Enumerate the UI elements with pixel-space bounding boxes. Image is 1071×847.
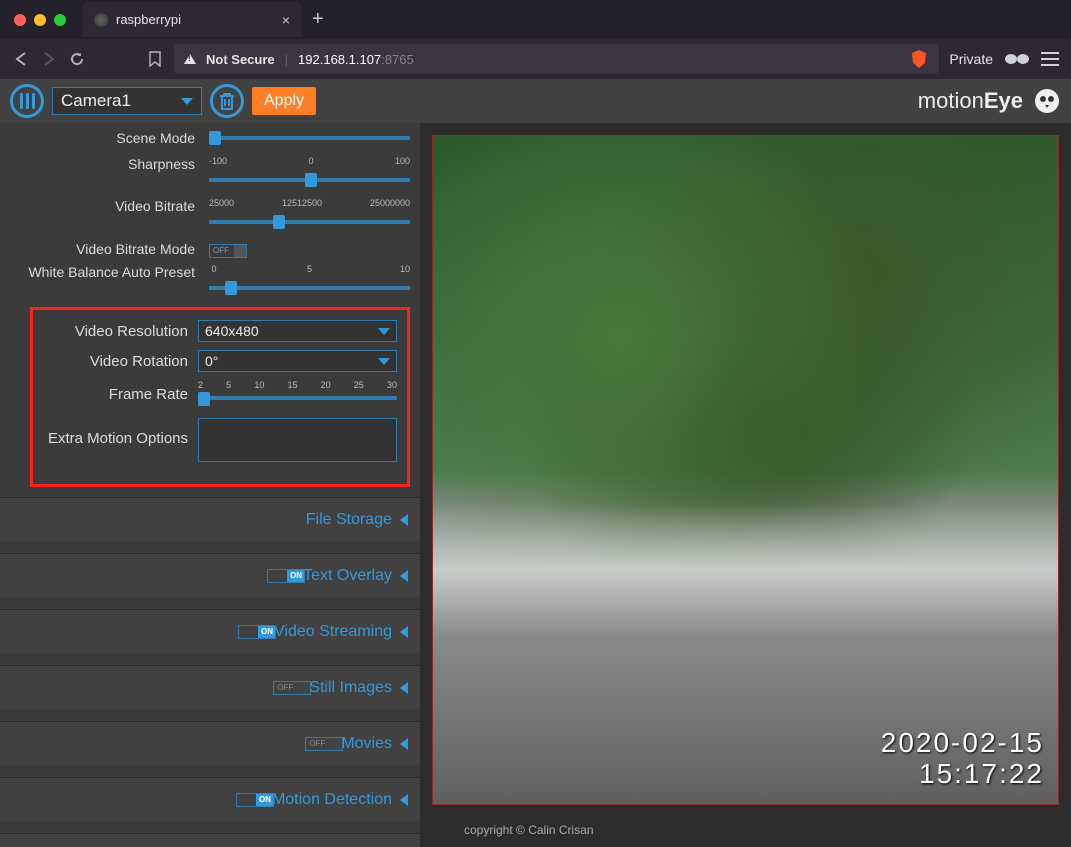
video-settings-highlight: Video Resolution 640x480 Video Rotation … <box>30 307 410 487</box>
section-still-images[interactable]: OFF Still Images <box>0 665 420 709</box>
section-movies[interactable]: OFF Movies <box>0 721 420 765</box>
settings-sidebar: Scene Mode Sharpness -1000100 Video Bitr… <box>0 123 420 847</box>
tab-bar: raspberrypi × + <box>0 0 1071 39</box>
reload-button[interactable] <box>68 50 86 68</box>
chevron-left-icon <box>400 794 408 806</box>
delete-camera-button[interactable] <box>210 84 244 118</box>
window-controls <box>14 14 66 26</box>
app-title: motionEye <box>918 88 1023 114</box>
section-file-storage[interactable]: File Storage <box>0 497 420 541</box>
section-text-overlay[interactable]: ON Text Overlay <box>0 553 420 597</box>
back-button[interactable] <box>12 50 30 68</box>
owl-logo-icon <box>1033 87 1061 115</box>
chevron-left-icon <box>400 682 408 694</box>
camera-select-value: Camera1 <box>61 91 131 111</box>
tab-title: raspberrypi <box>116 12 274 27</box>
copyright-text: copyright © Calin Crisan <box>420 817 1071 847</box>
chevron-down-icon <box>181 98 193 105</box>
video-rotation-select[interactable]: 0° <box>198 350 397 372</box>
not-secure-label: Not Secure <box>206 52 275 67</box>
wb-auto-preset-label: White Balance Auto Preset <box>0 264 205 300</box>
hamburger-icon <box>20 93 35 109</box>
private-mask-icon <box>1003 52 1031 66</box>
sharpness-slider[interactable] <box>209 168 410 192</box>
url-host: 192.168.1.107 <box>298 52 381 67</box>
frame-rate-label: Frame Rate <box>43 386 198 403</box>
main-area: Scene Mode Sharpness -1000100 Video Bitr… <box>0 123 1071 847</box>
menu-toggle-button[interactable] <box>10 84 44 118</box>
private-mode-label: Private <box>949 51 993 67</box>
video-resolution-select[interactable]: 640x480 <box>198 320 397 342</box>
new-tab-button[interactable]: + <box>312 8 324 31</box>
video-bitrate-label: Video Bitrate <box>0 198 205 234</box>
trash-icon <box>218 91 236 111</box>
chevron-left-icon <box>400 570 408 582</box>
warning-icon <box>184 54 196 64</box>
apply-button[interactable]: Apply <box>252 87 316 115</box>
extra-motion-options-input[interactable] <box>198 418 397 462</box>
tab-close-button[interactable]: × <box>282 12 290 28</box>
favicon-icon <box>94 13 108 27</box>
chevron-left-icon <box>400 738 408 750</box>
chevron-left-icon <box>400 626 408 638</box>
camera-frame[interactable]: 2020-02-15 15:17:22 <box>432 135 1059 805</box>
video-resolution-label: Video Resolution <box>43 323 198 340</box>
preview-pane: 2020-02-15 15:17:22 copyright © Calin Cr… <box>420 123 1071 847</box>
window-maximize-button[interactable] <box>54 14 66 26</box>
chevron-down-icon <box>378 358 390 365</box>
video-streaming-toggle[interactable]: ON <box>238 625 276 639</box>
video-bitrate-mode-toggle[interactable]: OFF <box>209 244 247 258</box>
browser-menu-button[interactable] <box>1041 52 1059 66</box>
browser-tab[interactable]: raspberrypi × <box>82 2 302 37</box>
movies-toggle[interactable]: OFF <box>305 737 343 751</box>
frame-rate-slider[interactable] <box>198 390 397 408</box>
window-minimize-button[interactable] <box>34 14 46 26</box>
browser-chrome: raspberrypi × + Not Secure | 192.168.1.1… <box>0 0 1071 79</box>
shield-icon[interactable] <box>909 49 929 69</box>
bookmark-icon[interactable] <box>146 50 164 68</box>
motion-detection-toggle[interactable]: ON <box>236 793 274 807</box>
wb-auto-preset-slider[interactable] <box>209 276 410 300</box>
scene-mode-label: Scene Mode <box>0 130 205 146</box>
address-bar[interactable]: Not Secure | 192.168.1.107:8765 <box>174 44 939 74</box>
still-images-toggle[interactable]: OFF <box>273 681 311 695</box>
forward-button[interactable] <box>40 50 58 68</box>
camera-timestamp: 2020-02-15 15:17:22 <box>881 728 1044 790</box>
text-overlay-toggle[interactable]: ON <box>267 569 305 583</box>
video-bitrate-mode-label: Video Bitrate Mode <box>0 241 205 257</box>
chevron-down-icon <box>378 328 390 335</box>
video-rotation-label: Video Rotation <box>43 353 198 370</box>
section-motion-detection[interactable]: ON Motion Detection <box>0 777 420 821</box>
video-bitrate-slider[interactable] <box>209 210 410 234</box>
browser-toolbar: Not Secure | 192.168.1.107:8765 Private <box>0 39 1071 79</box>
sharpness-label: Sharpness <box>0 156 205 192</box>
extra-motion-options-label: Extra Motion Options <box>43 418 198 447</box>
section-motion-notifications[interactable]: Motion Notifications <box>0 833 420 847</box>
section-video-streaming[interactable]: ON Video Streaming <box>0 609 420 653</box>
window-close-button[interactable] <box>14 14 26 26</box>
url-port: :8765 <box>381 52 414 67</box>
scene-mode-slider[interactable] <box>209 126 410 150</box>
camera-select[interactable]: Camera1 <box>52 87 202 115</box>
app-header: Camera1 Apply motionEye <box>0 79 1071 123</box>
chevron-left-icon <box>400 514 408 526</box>
